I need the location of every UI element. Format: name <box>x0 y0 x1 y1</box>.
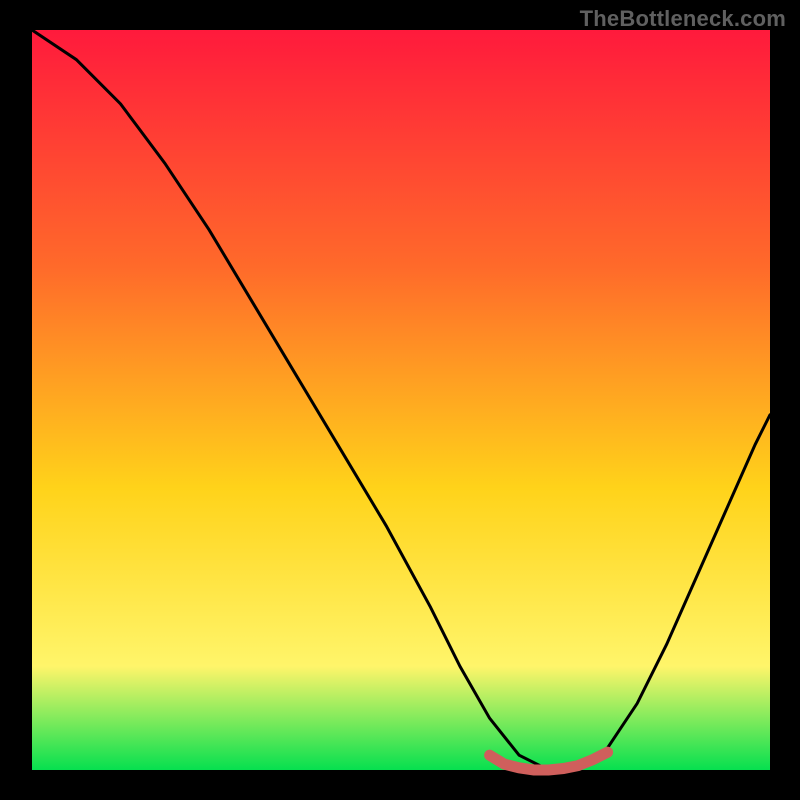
bottleneck-chart <box>0 0 800 800</box>
watermark-text: TheBottleneck.com <box>580 6 786 32</box>
chart-frame: TheBottleneck.com <box>0 0 800 800</box>
